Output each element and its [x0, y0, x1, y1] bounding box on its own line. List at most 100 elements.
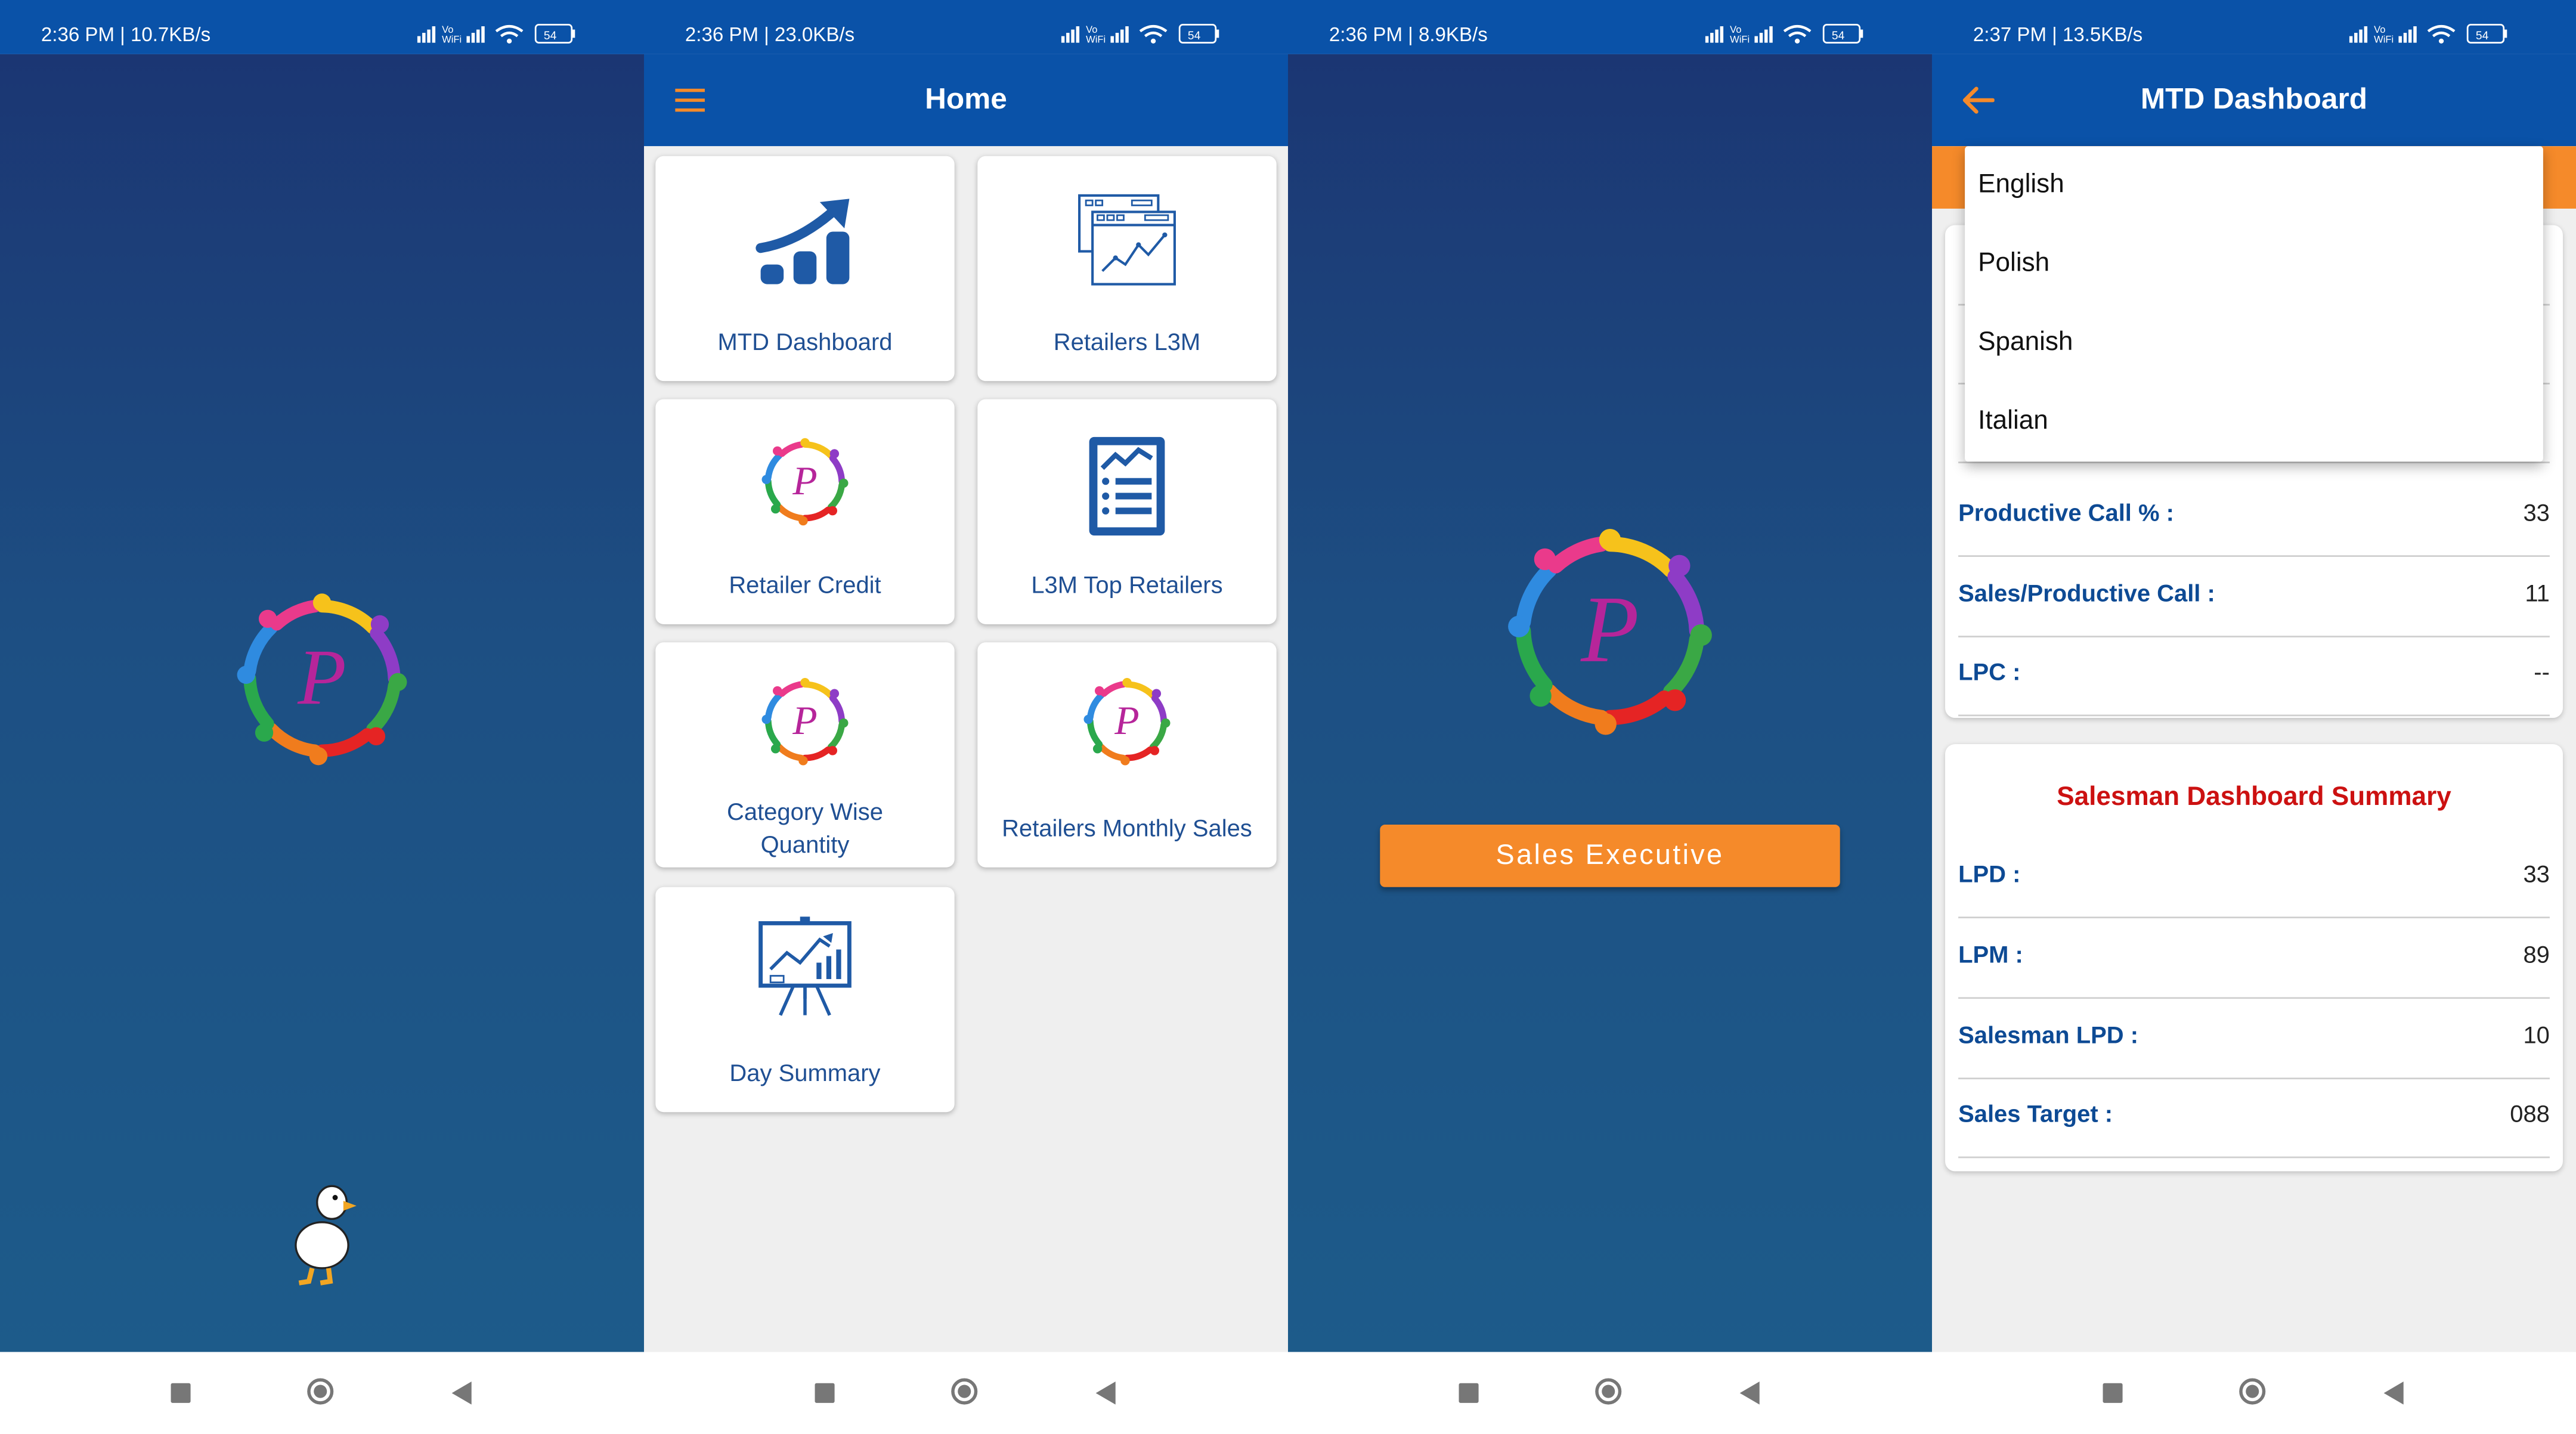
metric-row: Sales/Productive Call : 11 [1958, 557, 2550, 637]
metric-label: LPC : [1958, 660, 2021, 687]
recent-apps-button[interactable] [2103, 1383, 2123, 1403]
svg-text:P: P [792, 459, 817, 503]
summary-label: Salesman LPD : [1958, 1023, 2139, 1050]
summary-label: LPD : [1958, 862, 2021, 889]
duck-mascot-icon [295, 1185, 357, 1286]
tile-retailers-l3m[interactable]: Retailers L3M [977, 156, 1277, 382]
svg-text:WiFi: WiFi [2374, 34, 2394, 45]
home-button[interactable] [2239, 1378, 2266, 1405]
system-nav-bar [643, 1352, 1288, 1434]
metric-label: Productive Call % : [1958, 501, 2174, 528]
svg-text:P: P [297, 633, 346, 721]
tile-label: MTD Dashboard [717, 330, 893, 357]
back-button[interactable] [2383, 1382, 2404, 1405]
svg-text:P: P [1580, 576, 1639, 682]
salesman-summary-card: Salesman Dashboard Summary LPD : 33 LPM … [1945, 744, 2563, 1172]
svg-text:54: 54 [1188, 30, 1201, 42]
tile-category-wise-quantity[interactable]: P Category Wise Quantity [655, 642, 955, 868]
home-button[interactable] [307, 1378, 334, 1405]
back-button[interactable] [1095, 1382, 1116, 1405]
language-option-italian[interactable]: Italian [1978, 383, 2520, 462]
status-bar: 2:37 PM | 13.5KB/s Vo WiFi 54 [1931, 0, 2576, 54]
metric-label: Sales/Productive Call : [1958, 581, 2215, 608]
role-select-screen: 2:36 PM | 8.9KB/s Vo WiFi 54 P Sales Exe… [1287, 0, 1932, 1434]
tile-day-summary[interactable]: Day Summary [655, 887, 955, 1113]
status-time-speed: 2:36 PM | 10.7KB/s [41, 23, 211, 47]
tile-retailers-monthly-sales[interactable]: P Retailers Monthly Sales [977, 642, 1277, 868]
metric-value: 33 [2523, 501, 2550, 528]
tile-mtd-dashboard[interactable]: MTD Dashboard [655, 156, 955, 382]
page-title: Home [925, 82, 1007, 115]
language-option-english[interactable]: English [1978, 146, 2520, 225]
summary-row: LPM : 89 [1958, 918, 2550, 999]
system-nav-bar [1931, 1352, 2576, 1434]
summary-value: 088 [2510, 1102, 2550, 1129]
summary-label: LPM : [1958, 943, 2023, 970]
colorful-people-circle-logo: P [761, 677, 849, 766]
summary-value: 89 [2523, 943, 2550, 970]
tile-label: Retailer Credit [729, 573, 881, 600]
language-option-spanish[interactable]: Spanish [1978, 304, 2520, 383]
presentation-board-icon [758, 916, 852, 1016]
svg-text:54: 54 [1832, 30, 1845, 42]
summary-row: LPD : 33 [1958, 838, 2550, 919]
metric-value: -- [2534, 660, 2550, 687]
status-icons: Vo WiFi 54 [1061, 23, 1219, 45]
summary-row: Sales Target : 088 [1958, 1077, 2550, 1159]
svg-text:WiFi: WiFi [442, 34, 462, 45]
metric-row: LPC : -- [1958, 636, 2550, 717]
status-icons: Vo WiFi 54 [2349, 23, 2507, 45]
app-logo-icon: P [1508, 529, 1712, 735]
metric-row: Productive Call % : 33 [1958, 476, 2550, 557]
home-button[interactable] [951, 1378, 978, 1405]
home-screen: 2:36 PM | 23.0KB/s Vo WiFi 54 Home MTD D… [643, 0, 1288, 1434]
browser-chart-icon [1078, 194, 1176, 286]
tile-label: L3M Top Retailers [1031, 573, 1223, 600]
system-nav-bar [0, 1352, 644, 1434]
status-bar: 2:36 PM | 10.7KB/s Vo WiFi 54 [0, 0, 644, 54]
metric-value: 11 [2525, 581, 2550, 608]
app-bar: Home [643, 54, 1288, 147]
recent-apps-button[interactable] [815, 1383, 835, 1403]
summary-row: Salesman LPD : 10 [1958, 999, 2550, 1080]
tile-retailer-credit[interactable]: P Retailer Credit [655, 399, 955, 624]
status-icons: Vo WiFi 54 [417, 23, 575, 45]
report-document-icon [1089, 436, 1165, 536]
home-button[interactable] [1595, 1378, 1622, 1405]
growth-chart-icon [756, 199, 850, 284]
language-dropdown-menu: English Polish Spanish Italian [1965, 146, 2543, 462]
tile-label: Day Summary [729, 1061, 881, 1088]
svg-text:WiFi: WiFi [1086, 34, 1106, 45]
summary-title: Salesman Dashboard Summary [2057, 783, 2451, 812]
svg-text:P: P [792, 698, 817, 743]
back-button[interactable] [451, 1382, 472, 1405]
summary-label: Sales Target : [1958, 1102, 2113, 1129]
summary-value: 33 [2523, 862, 2550, 889]
colorful-people-circle-logo: P [1083, 677, 1171, 766]
status-time-speed: 2:36 PM | 23.0KB/s [685, 23, 855, 47]
tile-label: Retailers L3M [1053, 330, 1201, 357]
page-title: MTD Dashboard [2140, 82, 2368, 115]
tile-label: Retailers Monthly Sales [1002, 816, 1252, 843]
system-nav-bar [1287, 1352, 1932, 1434]
colorful-people-circle-logo: P [761, 438, 849, 526]
language-option-polish[interactable]: Polish [1978, 225, 2520, 303]
recent-apps-button[interactable] [171, 1383, 191, 1403]
app-bar: MTD Dashboard [1931, 54, 2576, 147]
summary-value: 10 [2523, 1023, 2550, 1050]
app-logo-icon: P [237, 593, 407, 766]
status-icons: Vo WiFi 54 [1705, 23, 1863, 45]
recent-apps-button[interactable] [1459, 1383, 1479, 1403]
status-bar: 2:36 PM | 8.9KB/s Vo WiFi 54 [1287, 0, 1932, 54]
svg-text:54: 54 [2476, 30, 2489, 42]
sales-executive-button[interactable]: Sales Executive [1380, 825, 1840, 887]
back-button[interactable] [1739, 1382, 1760, 1405]
status-time-speed: 2:37 PM | 13.5KB/s [1973, 23, 2143, 47]
status-bar: 2:36 PM | 23.0KB/s Vo WiFi 54 [643, 0, 1288, 54]
svg-text:54: 54 [544, 30, 557, 42]
tile-label: Category Wise Quantity [727, 800, 883, 859]
tile-l3m-top-retailers[interactable]: L3M Top Retailers [977, 399, 1277, 624]
svg-text:P: P [1114, 698, 1139, 743]
svg-text:WiFi: WiFi [1730, 34, 1750, 45]
status-time-speed: 2:36 PM | 8.9KB/s [1329, 23, 1488, 47]
